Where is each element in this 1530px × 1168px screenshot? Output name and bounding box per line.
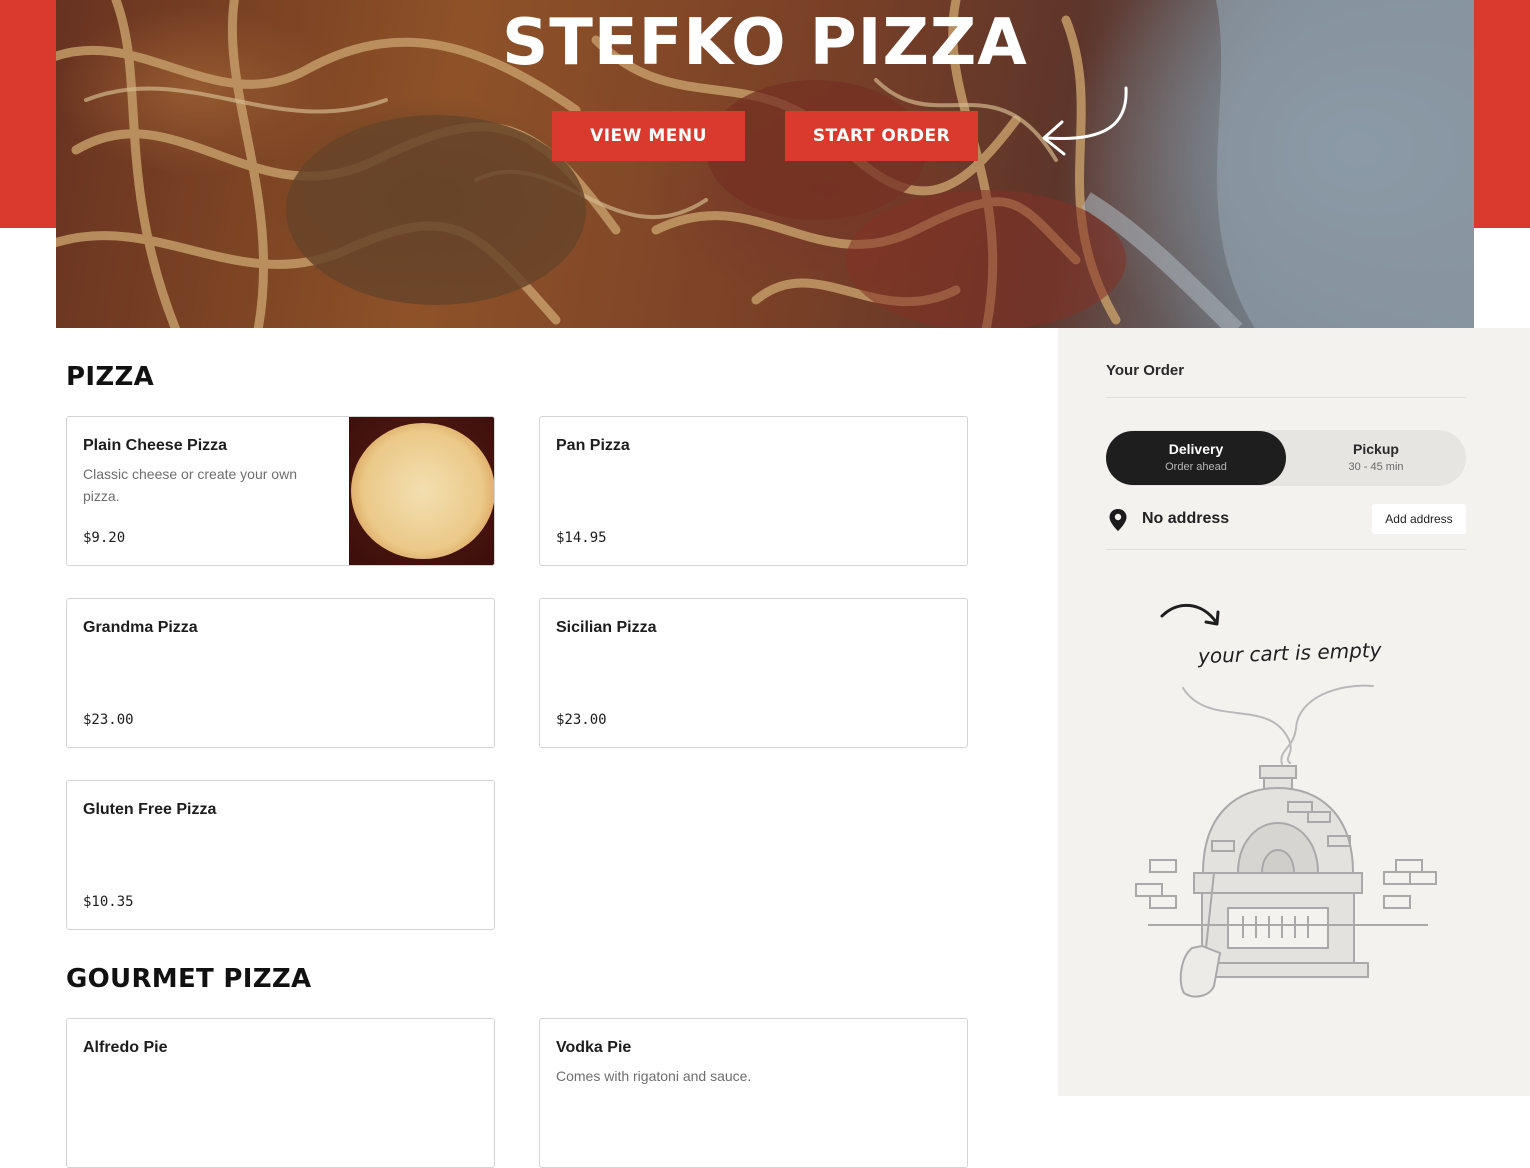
menu-item-grandma-pizza[interactable]: Grandma Pizza $23.00 [66, 598, 495, 748]
divider [1106, 549, 1466, 550]
delivery-address: No address [1142, 510, 1230, 527]
delivery-label: Delivery [1168, 441, 1224, 457]
section-title-gourmet-pizza: GOURMET PIZZA [66, 964, 312, 994]
menu-item-description: Comes with rigatoni and sauce. [556, 1068, 752, 1084]
menu-item-description: Classic cheese or create your own pizza. [83, 466, 297, 504]
menu-item-vodka-pie[interactable]: Vodka Pie Comes with rigatoni and sauce. [539, 1018, 968, 1168]
menu-item-alfredo-pie[interactable]: Alfredo Pie [66, 1018, 495, 1168]
pizza-oven-illustration [1135, 684, 1437, 998]
menu-item-price: $14.95 [556, 530, 607, 546]
location-pin-icon [1109, 509, 1127, 531]
delivery-option[interactable]: Delivery Order ahead [1106, 431, 1286, 485]
view-menu-button[interactable]: VIEW MENU [552, 111, 745, 161]
order-panel-title: Your Order [1106, 362, 1185, 379]
menu-item-price: $9.20 [83, 530, 126, 546]
menu-item-price: $23.00 [83, 712, 134, 728]
restaurant-title: STEFKO PIZZA [502, 6, 1028, 80]
start-order-button[interactable]: START ORDER [785, 111, 978, 161]
order-sidebar: Your Order Delivery Order ahead Pickup 3… [1058, 328, 1530, 1096]
menu-item-name: Grandma Pizza [83, 619, 198, 636]
menu-item-name: Plain Cheese Pizza [83, 437, 228, 454]
menu-item-name: Vodka Pie [556, 1039, 632, 1056]
pickup-option[interactable]: Pickup 30 - 45 min [1286, 431, 1466, 485]
curved-arrow-icon [1042, 86, 1128, 156]
divider [1106, 397, 1466, 398]
menu-item-price: $10.35 [83, 894, 134, 910]
menu-item-price: $23.00 [556, 712, 607, 728]
menu-item-plain-cheese-pizza[interactable]: Plain Cheese Pizza Classic cheese or cre… [66, 416, 495, 566]
pickup-sublabel: 30 - 45 min [1348, 461, 1404, 473]
menu-item-pan-pizza[interactable]: Pan Pizza $14.95 [539, 416, 968, 566]
fulfillment-toggle: Delivery Order ahead Pickup 30 - 45 min [1106, 430, 1466, 486]
pickup-label: Pickup [1353, 441, 1399, 457]
menu-item-gluten-free-pizza[interactable]: Gluten Free Pizza $10.35 [66, 780, 495, 930]
menu-item-name: Alfredo Pie [83, 1039, 168, 1056]
menu-item-photo [349, 417, 494, 565]
section-title-pizza: PIZZA [66, 362, 155, 392]
hero-banner-image: STEFKO PIZZA VIEW MENU START ORDER [56, 0, 1474, 328]
menu-item-name: Pan Pizza [556, 437, 630, 454]
menu-list: PIZZA Plain Cheese Pizza Classic cheese … [0, 328, 1058, 1168]
delivery-sublabel: Order ahead [1165, 461, 1227, 473]
menu-item-name: Gluten Free Pizza [83, 801, 217, 818]
menu-item-name: Sicilian Pizza [556, 619, 657, 636]
add-address-button[interactable]: Add address [1372, 504, 1466, 534]
menu-item-sicilian-pizza[interactable]: Sicilian Pizza $23.00 [539, 598, 968, 748]
